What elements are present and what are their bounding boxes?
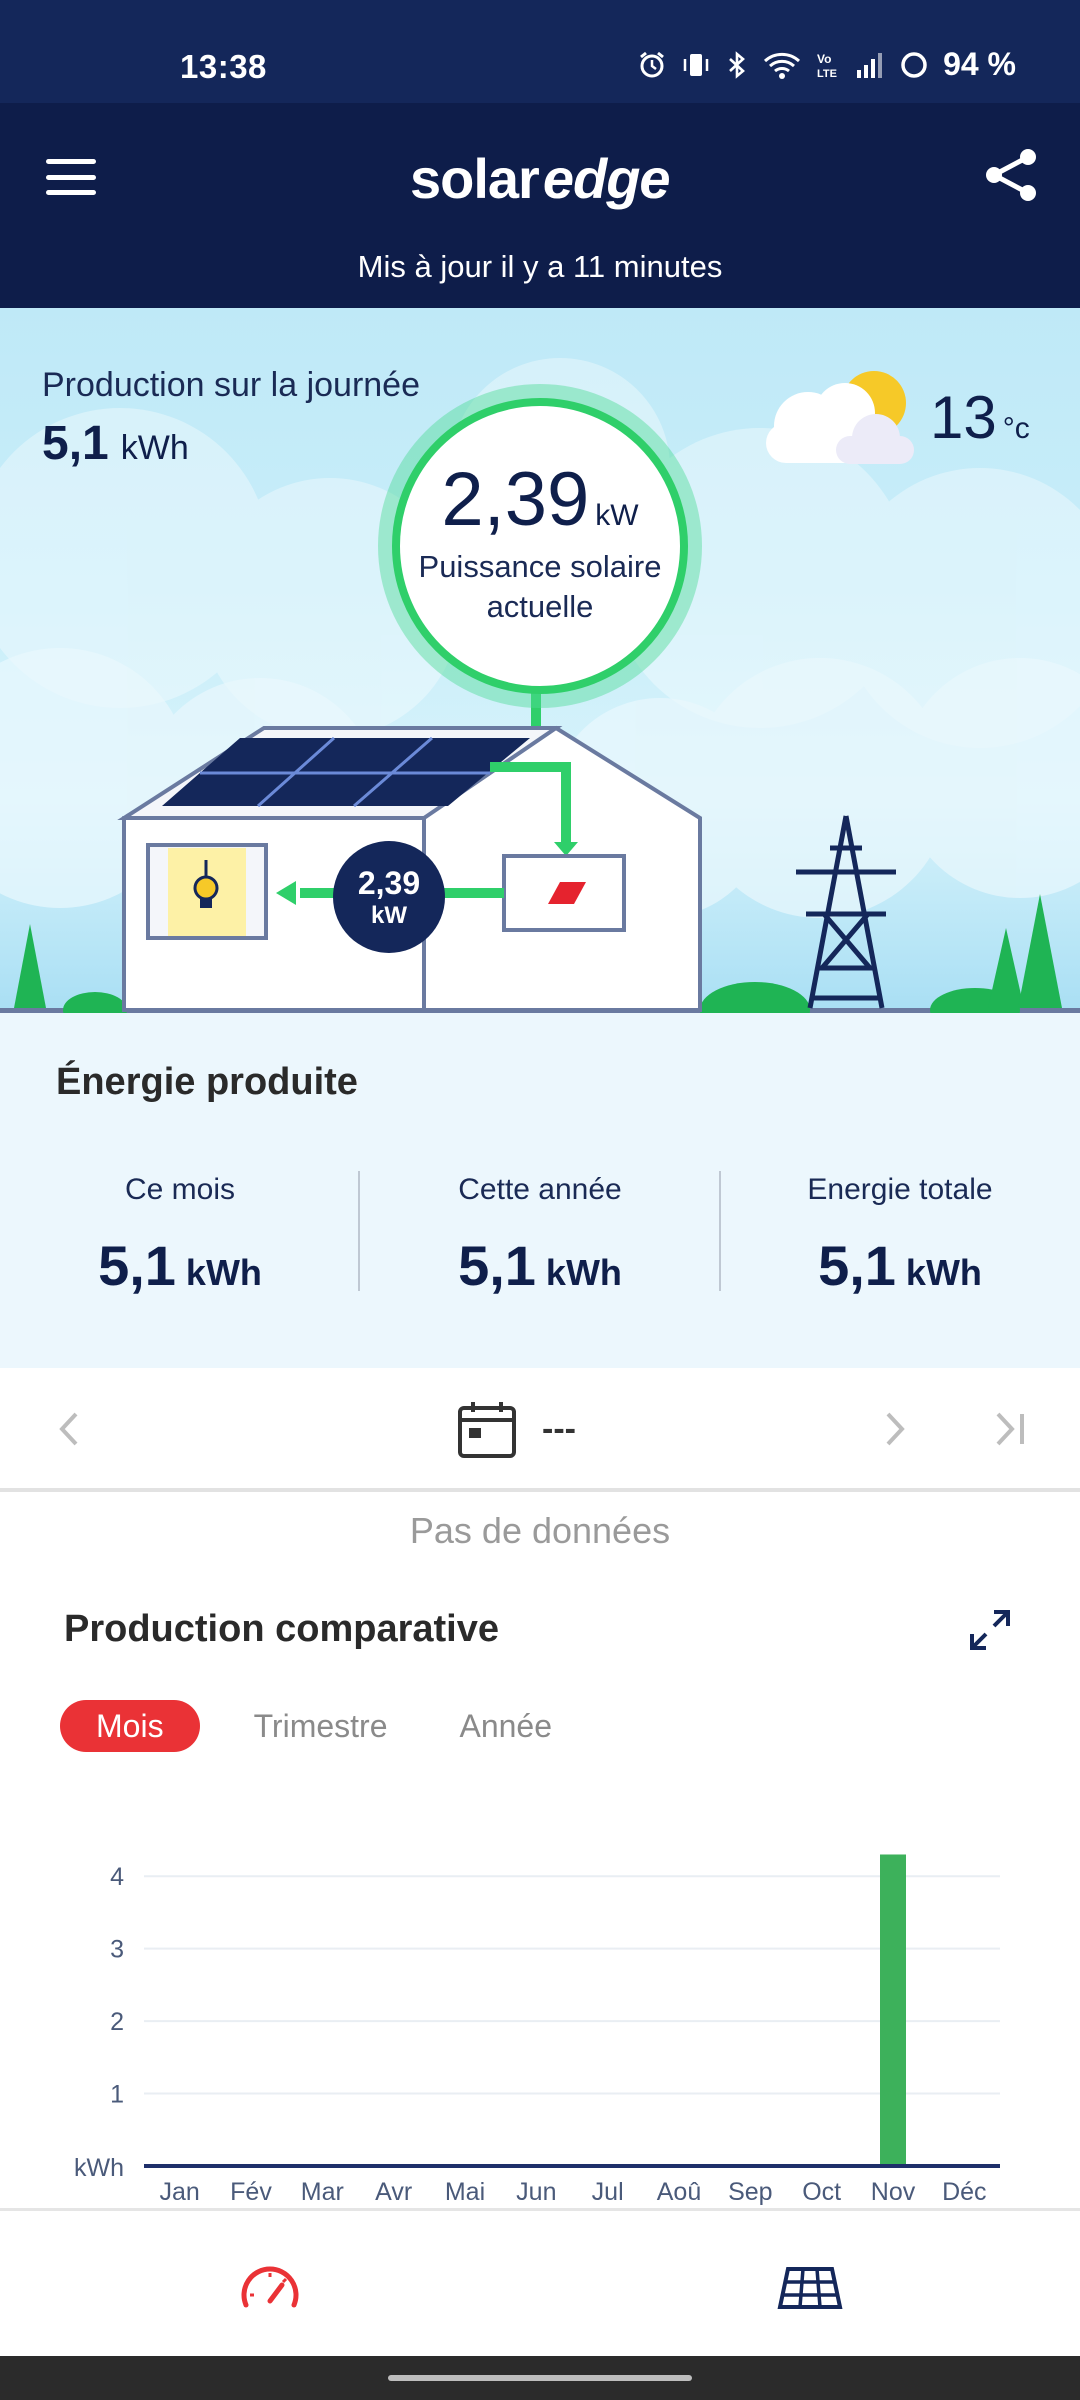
svg-text:Vo: Vo [817,52,831,66]
comparative-production-title: Production comparative [64,1608,499,1650]
x-tick-label: Jun [516,2178,556,2206]
current-solar-power[interactable]: 2,39 kW Puissance solaire actuelle [392,398,688,694]
x-tick-label: Sep [728,2178,772,2206]
daily-production-label: Production sur la journée [42,366,421,404]
energy-produced-section: Énergie produite Ce mois 5,1 kWh Cette an… [0,1013,1080,1368]
tab-year[interactable]: Année [423,1700,588,1752]
solar-panel-layout-icon[interactable] [774,2251,846,2323]
daily-production-value: 5,1 kWh [42,417,189,470]
status-bar: 13:38 Vo LTE 94 % [0,0,1080,103]
current-power-label: Puissance solaire actuelle [418,549,662,624]
battery-level: 94 % [943,46,1016,82]
menu-button[interactable] [42,155,100,199]
energy-produced-title: Énergie produite [56,1061,358,1103]
x-tick-label: Fév [230,2178,272,2206]
x-tick-label: Jul [592,2178,624,2206]
status-icons: Vo LTE 94 % [637,46,1016,83]
house-consumption-badge: 2,39 kW [333,841,445,953]
expand-icon[interactable] [966,1606,1014,1654]
bottom-navigation [0,2208,1080,2356]
wifi-icon [763,50,801,80]
last-period-button[interactable] [986,1404,1036,1454]
dashboard-gauge-icon[interactable] [234,2251,306,2323]
x-tick-label: Jan [160,2178,200,2206]
y-tick-label: 4 [110,1863,124,1891]
production-hero: Production sur la journée 5,1 kWh 13 °c 2,… [0,308,1080,1013]
x-tick-label: Mai [445,2178,485,2206]
partly-cloudy-icon [766,371,914,464]
next-period-button[interactable] [870,1404,920,1454]
x-tick-label: Mar [301,2178,344,2206]
status-time: 13:38 [180,48,267,85]
energy-year: Cette année 5,1 kWh [458,1173,622,1297]
selected-date: --- [542,1410,576,1448]
last-updated-text: Mis à jour il y a 11 minutes [357,249,723,284]
alarm-icon [637,50,667,80]
x-tick-label: Oct [802,2178,841,2206]
signal-icon [855,50,885,80]
svg-text:LTE: LTE [817,68,837,80]
app-header: solar edge Mis à jour il y a 11 minutes [0,103,1080,308]
y-tick-label: 2 [110,2008,124,2036]
y-tick-label: 1 [110,2081,124,2109]
gesture-bar [0,2356,1080,2400]
vibrate-icon [681,50,711,80]
y-axis-unit-label: kWh [74,2154,124,2182]
current-power-value: 2,39 [441,457,590,542]
tab-quarter[interactable]: Trimestre [218,1700,424,1752]
share-icon [986,149,1036,201]
x-tick-label: Déc [942,2178,986,2206]
x-tick-label: Aoû [657,2178,701,2206]
hamburger-icon [46,159,96,164]
battery-ring-icon [899,50,929,80]
home-indicator[interactable] [388,2375,692,2381]
volte-icon: Vo LTE [815,50,841,80]
no-data-text: Pas de données [409,1510,671,1551]
comparative-bar-chart: 1 2 3 4 kWh Jan Fév Mar Avr Mai Jun Jul Aoû Sep Oct Nov… [74,1854,1000,2206]
previous-period-button[interactable] [44,1404,94,1454]
energy-total: Energie totale 5,1 kWh [807,1173,993,1297]
x-tick-label: Nov [871,2178,916,2206]
share-button[interactable] [980,143,1044,207]
tab-month[interactable]: Mois [60,1700,200,1752]
solaredge-logo: solar edge [410,143,676,213]
x-tick-label: Avr [375,2178,412,2206]
bluetooth-icon [725,50,749,80]
date-navigation: --- [0,1368,1080,1492]
energy-month: Ce mois 5,1 kWh [98,1173,262,1297]
calendar-icon[interactable] [455,1398,519,1462]
y-tick-label: 3 [110,1936,124,1964]
temperature: 13 °c [930,384,1030,451]
period-tabs: Mois Trimestre Année [60,1700,588,1752]
bar-Nov[interactable] [880,1854,906,2166]
